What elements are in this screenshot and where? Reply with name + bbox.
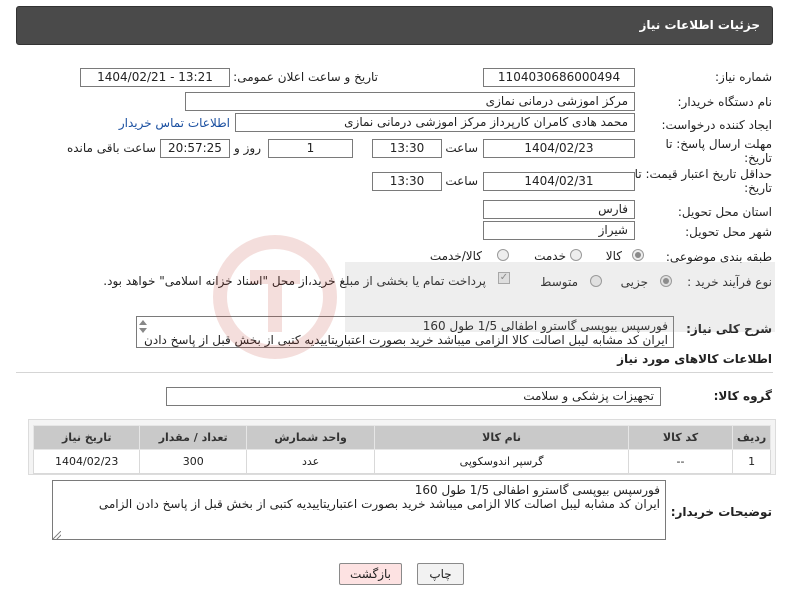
process-medium-label: متوسط — [540, 275, 578, 289]
category-service-radio[interactable] — [570, 249, 582, 261]
remaining-label: ساعت باقی مانده — [66, 141, 156, 155]
days-label: روز و — [234, 141, 261, 155]
creator-label: ایجاد کننده درخواست: — [661, 118, 772, 132]
summary-label: شرح کلی نیاز: — [686, 322, 772, 336]
category-service-label: خدمت — [534, 249, 566, 263]
cell-date: 1404/02/23 — [32, 449, 141, 474]
col-header-row-no: ردیف — [732, 425, 771, 450]
buyer-contact-link[interactable]: اطلاعات تماس خریدار — [119, 116, 230, 130]
treasury-checkbox[interactable]: ✓ — [498, 272, 510, 284]
col-header-code: کد کالا — [627, 425, 734, 450]
city-field[interactable]: شیراز — [483, 221, 635, 240]
category-label: طبقه بندی موضوعی: — [665, 250, 772, 264]
announce-label: تاریخ و ساعت اعلان عمومی: — [233, 70, 378, 84]
scroll-down-icon[interactable] — [139, 328, 147, 333]
deadline-label: مهلت ارسال پاسخ: تا تاریخ: — [665, 137, 772, 165]
need-number-field[interactable]: 1104030686000494 — [483, 68, 635, 87]
goods-group-field[interactable]: تجهیزات پزشکی و سلامت — [166, 387, 661, 406]
page-title: جزئیات اطلاعات نیاز — [639, 18, 760, 32]
deadline-time-label: ساعت — [445, 141, 478, 155]
header-panel: جزئیات اطلاعات نیاز — [16, 6, 773, 45]
goods-info-title: اطلاعات کالاهای مورد نیاز — [617, 352, 772, 366]
days-field[interactable]: 1 — [268, 139, 353, 158]
cell-qty: 300 — [139, 449, 247, 474]
divider — [16, 372, 773, 373]
creator-field[interactable]: محمد هادی کامران کارپرداز مرکز اموزشی در… — [235, 113, 635, 132]
need-number-label: شماره نیاز: — [715, 70, 772, 84]
process-minor-label: جزیی — [620, 275, 648, 289]
buyer-notes-textarea[interactable]: فورسپس بیوپسی گاسترو اطفالی 1/5 طول 160 … — [52, 480, 666, 540]
validity-time-field[interactable]: 13:30 — [372, 172, 442, 191]
process-minor-radio[interactable] — [660, 275, 672, 287]
summary-textarea[interactable]: فورسپس بیوپسی گاسترو اطفالی 1/5 طول 160 … — [136, 316, 674, 348]
print-button[interactable]: چاپ — [417, 563, 464, 585]
province-field[interactable]: فارس — [483, 200, 635, 219]
category-goods-radio[interactable] — [632, 249, 644, 261]
goods-group-label: گروه کالا: — [713, 389, 772, 403]
province-label: استان محل تحویل: — [677, 205, 772, 219]
cell-code: -- — [627, 449, 734, 474]
buyer-notes-line-2: ایران کد مشابه لیبل اصالت کالا الزامی می… — [98, 497, 660, 511]
category-goods-label: کالا — [605, 249, 622, 263]
city-label: شهر محل تحویل: — [685, 225, 772, 239]
validity-date-field[interactable]: 1404/02/31 — [483, 172, 635, 191]
buyer-notes-label: توضیحات خریدار: — [670, 505, 772, 519]
summary-scrollbar[interactable] — [138, 318, 148, 346]
category-goods-service-radio[interactable] — [497, 249, 509, 261]
deadline-time-field[interactable]: 13:30 — [372, 139, 442, 158]
process-medium-radio[interactable] — [590, 275, 602, 287]
announce-field[interactable]: 1404/02/21 - 13:21 — [80, 68, 230, 87]
back-button[interactable]: بازگشت — [339, 563, 402, 585]
validity-label: حداقل تاریخ اعتبار قیمت: تا تاریخ: — [634, 167, 772, 195]
validity-time-label: ساعت — [445, 174, 478, 188]
treasury-note: پرداخت تمام یا بخشی از مبلغ خرید،از محل … — [103, 274, 486, 288]
process-label: نوع فرآیند خرید : — [687, 275, 772, 289]
remaining-time-field[interactable]: 20:57:25 — [160, 139, 230, 158]
cell-name: گرسپر اندوسکوپی — [374, 449, 629, 474]
resize-grip-icon[interactable] — [53, 531, 61, 539]
category-goods-service-label: کالا/خدمت — [429, 249, 482, 263]
buyer-field[interactable]: مرکز اموزشی درمانی نمازی — [185, 92, 635, 111]
scroll-up-icon[interactable] — [139, 320, 147, 325]
col-header-qty: تعداد / مقدار — [139, 425, 247, 450]
cell-row-no: 1 — [732, 449, 771, 474]
goods-table-header-row: ردیف کد کالا نام کالا واحد شمارش تعداد /… — [32, 425, 771, 450]
col-header-name: نام کالا — [374, 425, 629, 450]
cell-unit: عدد — [245, 449, 376, 474]
col-header-unit: واحد شمارش — [245, 425, 376, 450]
deadline-date-field[interactable]: 1404/02/23 — [483, 139, 635, 158]
summary-line-1: فورسپس بیوپسی گاسترو اطفالی 1/5 طول 160 — [422, 319, 668, 333]
buyer-label: نام دستگاه خریدار: — [677, 95, 773, 109]
col-header-date: تاریخ نیاز — [32, 425, 141, 450]
table-row[interactable]: 1 -- گرسپر اندوسکوپی عدد 300 1404/02/23 — [32, 449, 771, 474]
goods-table: ردیف کد کالا نام کالا واحد شمارش تعداد /… — [32, 425, 771, 474]
buyer-notes-line-1: فورسپس بیوپسی گاسترو اطفالی 1/5 طول 160 — [414, 483, 660, 497]
summary-line-2: ایران کد مشابه لیبل اصالت کالا الزامی می… — [144, 333, 668, 347]
